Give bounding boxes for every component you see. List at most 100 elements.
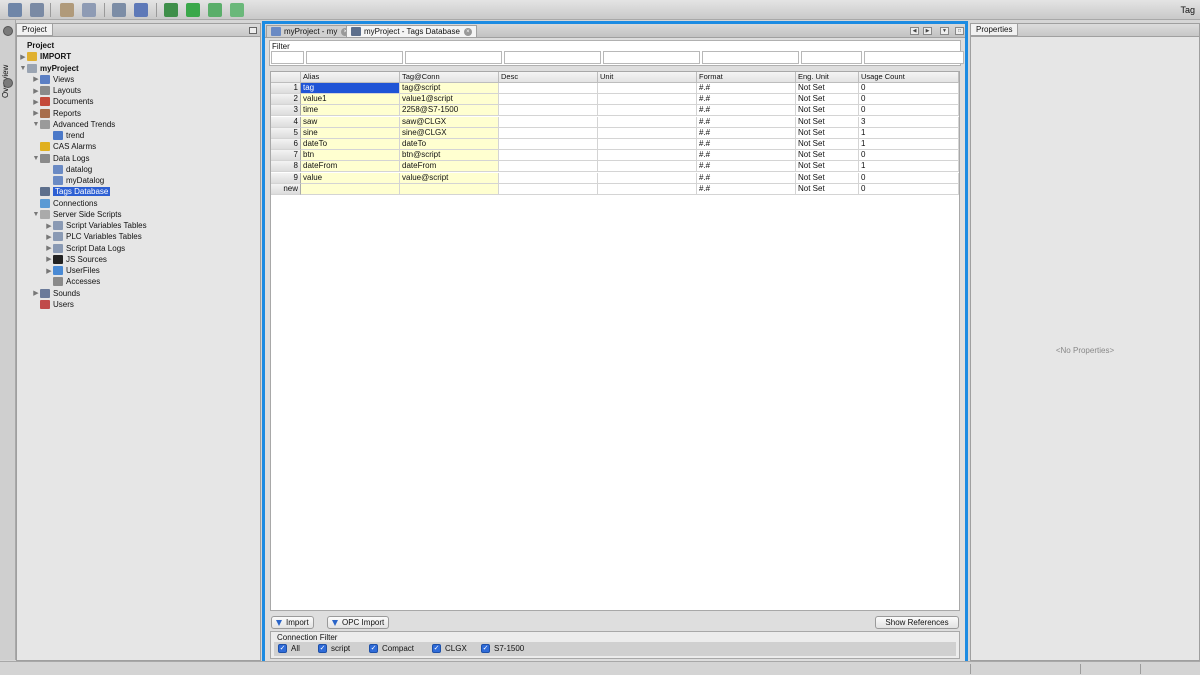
close-icon[interactable]: ×	[463, 27, 472, 36]
cell-desc[interactable]	[499, 83, 598, 94]
filter-input-tag[interactable]	[405, 51, 502, 64]
cell-tag[interactable]: value@script	[400, 172, 499, 184]
cell-desc[interactable]	[499, 150, 598, 162]
row-number[interactable]: 3	[271, 105, 301, 117]
tab-list-icon[interactable]: ▼	[940, 27, 949, 35]
expand-arrow-icon[interactable]: ▶	[45, 267, 53, 275]
filter-cell-rownum[interactable]	[271, 51, 304, 64]
tree-item-script-variables-tables[interactable]: ▶ Script Variables Tables	[45, 220, 147, 231]
cut-icon[interactable]	[112, 3, 126, 17]
overview-gear-icon[interactable]	[3, 26, 13, 36]
tree-item-reports[interactable]: ▶ Reports	[32, 108, 81, 119]
cell-eng[interactable]: Not Set	[796, 94, 859, 106]
column-header-tag[interactable]: Tag@Conn	[400, 72, 499, 83]
row-number[interactable]: 4	[271, 116, 301, 128]
tree-item-cas-alarms[interactable]: CAS Alarms	[32, 141, 96, 152]
expand-arrow-icon[interactable]: ▼	[19, 65, 27, 72]
cell-tag[interactable]: dateFrom	[400, 161, 499, 173]
cell-format[interactable]: #.#	[697, 139, 796, 150]
filter-checkbox-s7-1500[interactable]: ✓ S7-1500	[481, 644, 524, 653]
tree-item-data-logs[interactable]: ▼ Data Logs	[32, 153, 89, 164]
cell-usage[interactable]: 1	[859, 161, 959, 173]
cell-unit[interactable]	[598, 105, 697, 117]
checkbox-checked-icon[interactable]: ✓	[481, 644, 490, 653]
filter-input-desc[interactable]	[504, 51, 601, 64]
cell-alias[interactable]: dateFrom	[301, 161, 400, 173]
cell-alias[interactable]: btn	[301, 150, 400, 162]
checkbox-checked-icon[interactable]: ✓	[369, 644, 378, 653]
tree-item-plc-variables-tables[interactable]: ▶ PLC Variables Tables	[45, 231, 142, 242]
cell-eng[interactable]: Not Set	[796, 139, 859, 150]
maximize-icon[interactable]: □	[955, 27, 964, 35]
save-all-icon[interactable]	[30, 3, 44, 17]
expand-arrow-icon[interactable]: ▶	[32, 75, 40, 83]
tree-item-userfiles[interactable]: ▶ UserFiles	[45, 265, 100, 276]
upload-icon[interactable]	[208, 3, 222, 17]
expand-arrow-icon[interactable]: ▼	[32, 155, 40, 162]
tree-item-server-side-scripts[interactable]: ▼ Server Side Scripts	[32, 209, 121, 220]
cell-format[interactable]: #.#	[697, 172, 796, 184]
filter-checkbox-compact[interactable]: ✓ Compact	[369, 644, 414, 653]
tree-item-connections[interactable]: Connections	[32, 198, 97, 209]
cell-eng[interactable]: Not Set	[796, 161, 859, 173]
filter-input-alias[interactable]	[306, 51, 403, 64]
tab-myproject-my[interactable]: myProject - my ×	[266, 25, 355, 37]
refresh-icon[interactable]	[186, 3, 200, 17]
cell-usage[interactable]: 0	[859, 172, 959, 184]
save-icon[interactable]	[8, 3, 22, 17]
cell-eng[interactable]: Not Set	[796, 127, 859, 139]
tree-item-mydatalog[interactable]: myDatalog	[45, 175, 104, 186]
tree-item-import[interactable]: ▶ IMPORT	[19, 51, 71, 62]
cell-eng[interactable]: Not Set	[796, 172, 859, 184]
cell-format[interactable]: #.#	[697, 127, 796, 139]
cell-unit[interactable]	[598, 161, 697, 173]
cell-desc[interactable]	[499, 127, 598, 139]
cell-unit[interactable]	[598, 116, 697, 128]
expand-arrow-icon[interactable]: ▶	[32, 98, 40, 106]
tree-item-advanced-trends[interactable]: ▼ Advanced Trends	[32, 119, 115, 130]
expand-arrow-icon[interactable]: ▶	[32, 109, 40, 117]
expand-arrow-icon[interactable]: ▶	[32, 87, 40, 95]
cell-unit[interactable]	[598, 139, 697, 150]
expand-arrow-icon[interactable]: ▶	[19, 53, 27, 61]
cell-alias[interactable]	[301, 183, 400, 195]
cell-tag[interactable]: tag@script	[400, 83, 499, 94]
column-header-alias[interactable]: Alias	[301, 72, 400, 83]
cell-tag[interactable]	[400, 183, 499, 195]
cell-eng[interactable]: Not Set	[796, 83, 859, 94]
import-button[interactable]: Import	[271, 616, 314, 629]
filter-checkbox-all[interactable]: ✓ All	[278, 644, 300, 653]
filter-checkbox-script[interactable]: ✓ script	[318, 644, 350, 653]
row-number[interactable]: 2	[271, 94, 301, 106]
expand-arrow-icon[interactable]: ▶	[45, 255, 53, 263]
cell-tag[interactable]: btn@script	[400, 150, 499, 162]
tab-scroll-right-icon[interactable]: ▶	[923, 27, 932, 35]
paste-icon[interactable]	[134, 3, 148, 17]
cell-unit[interactable]	[598, 127, 697, 139]
filter-input-unit[interactable]	[603, 51, 700, 64]
cell-usage[interactable]: 1	[859, 127, 959, 139]
cell-eng[interactable]: Not Set	[796, 116, 859, 128]
checkbox-checked-icon[interactable]: ✓	[318, 644, 327, 653]
row-number[interactable]: 7	[271, 150, 301, 162]
cell-usage[interactable]: 0	[859, 183, 959, 195]
row-number[interactable]: 8	[271, 161, 301, 173]
row-number[interactable]: 5	[271, 127, 301, 139]
cell-unit[interactable]	[598, 83, 697, 94]
tree-item-documents[interactable]: ▶ Documents	[32, 96, 93, 107]
redo-icon[interactable]	[82, 3, 96, 17]
cell-eng[interactable]: Not Set	[796, 183, 859, 195]
cell-alias[interactable]: value1	[301, 94, 400, 106]
tree-item-trend[interactable]: trend	[45, 130, 84, 141]
tab-tags-database[interactable]: myProject - Tags Database ×	[346, 25, 477, 37]
opc-import-button[interactable]: OPC Import	[327, 616, 390, 629]
cell-usage[interactable]: 0	[859, 105, 959, 117]
cell-desc[interactable]	[499, 94, 598, 106]
cell-tag[interactable]: sine@CLGX	[400, 127, 499, 139]
tree-item-myproject[interactable]: ▼ myProject	[19, 63, 79, 74]
project-panel-tab[interactable]: Project	[17, 24, 53, 36]
show-references-button[interactable]: Show References	[875, 616, 959, 629]
cell-usage[interactable]: 0	[859, 94, 959, 106]
expand-arrow-icon[interactable]: ▶	[45, 244, 53, 252]
cell-desc[interactable]	[499, 161, 598, 173]
